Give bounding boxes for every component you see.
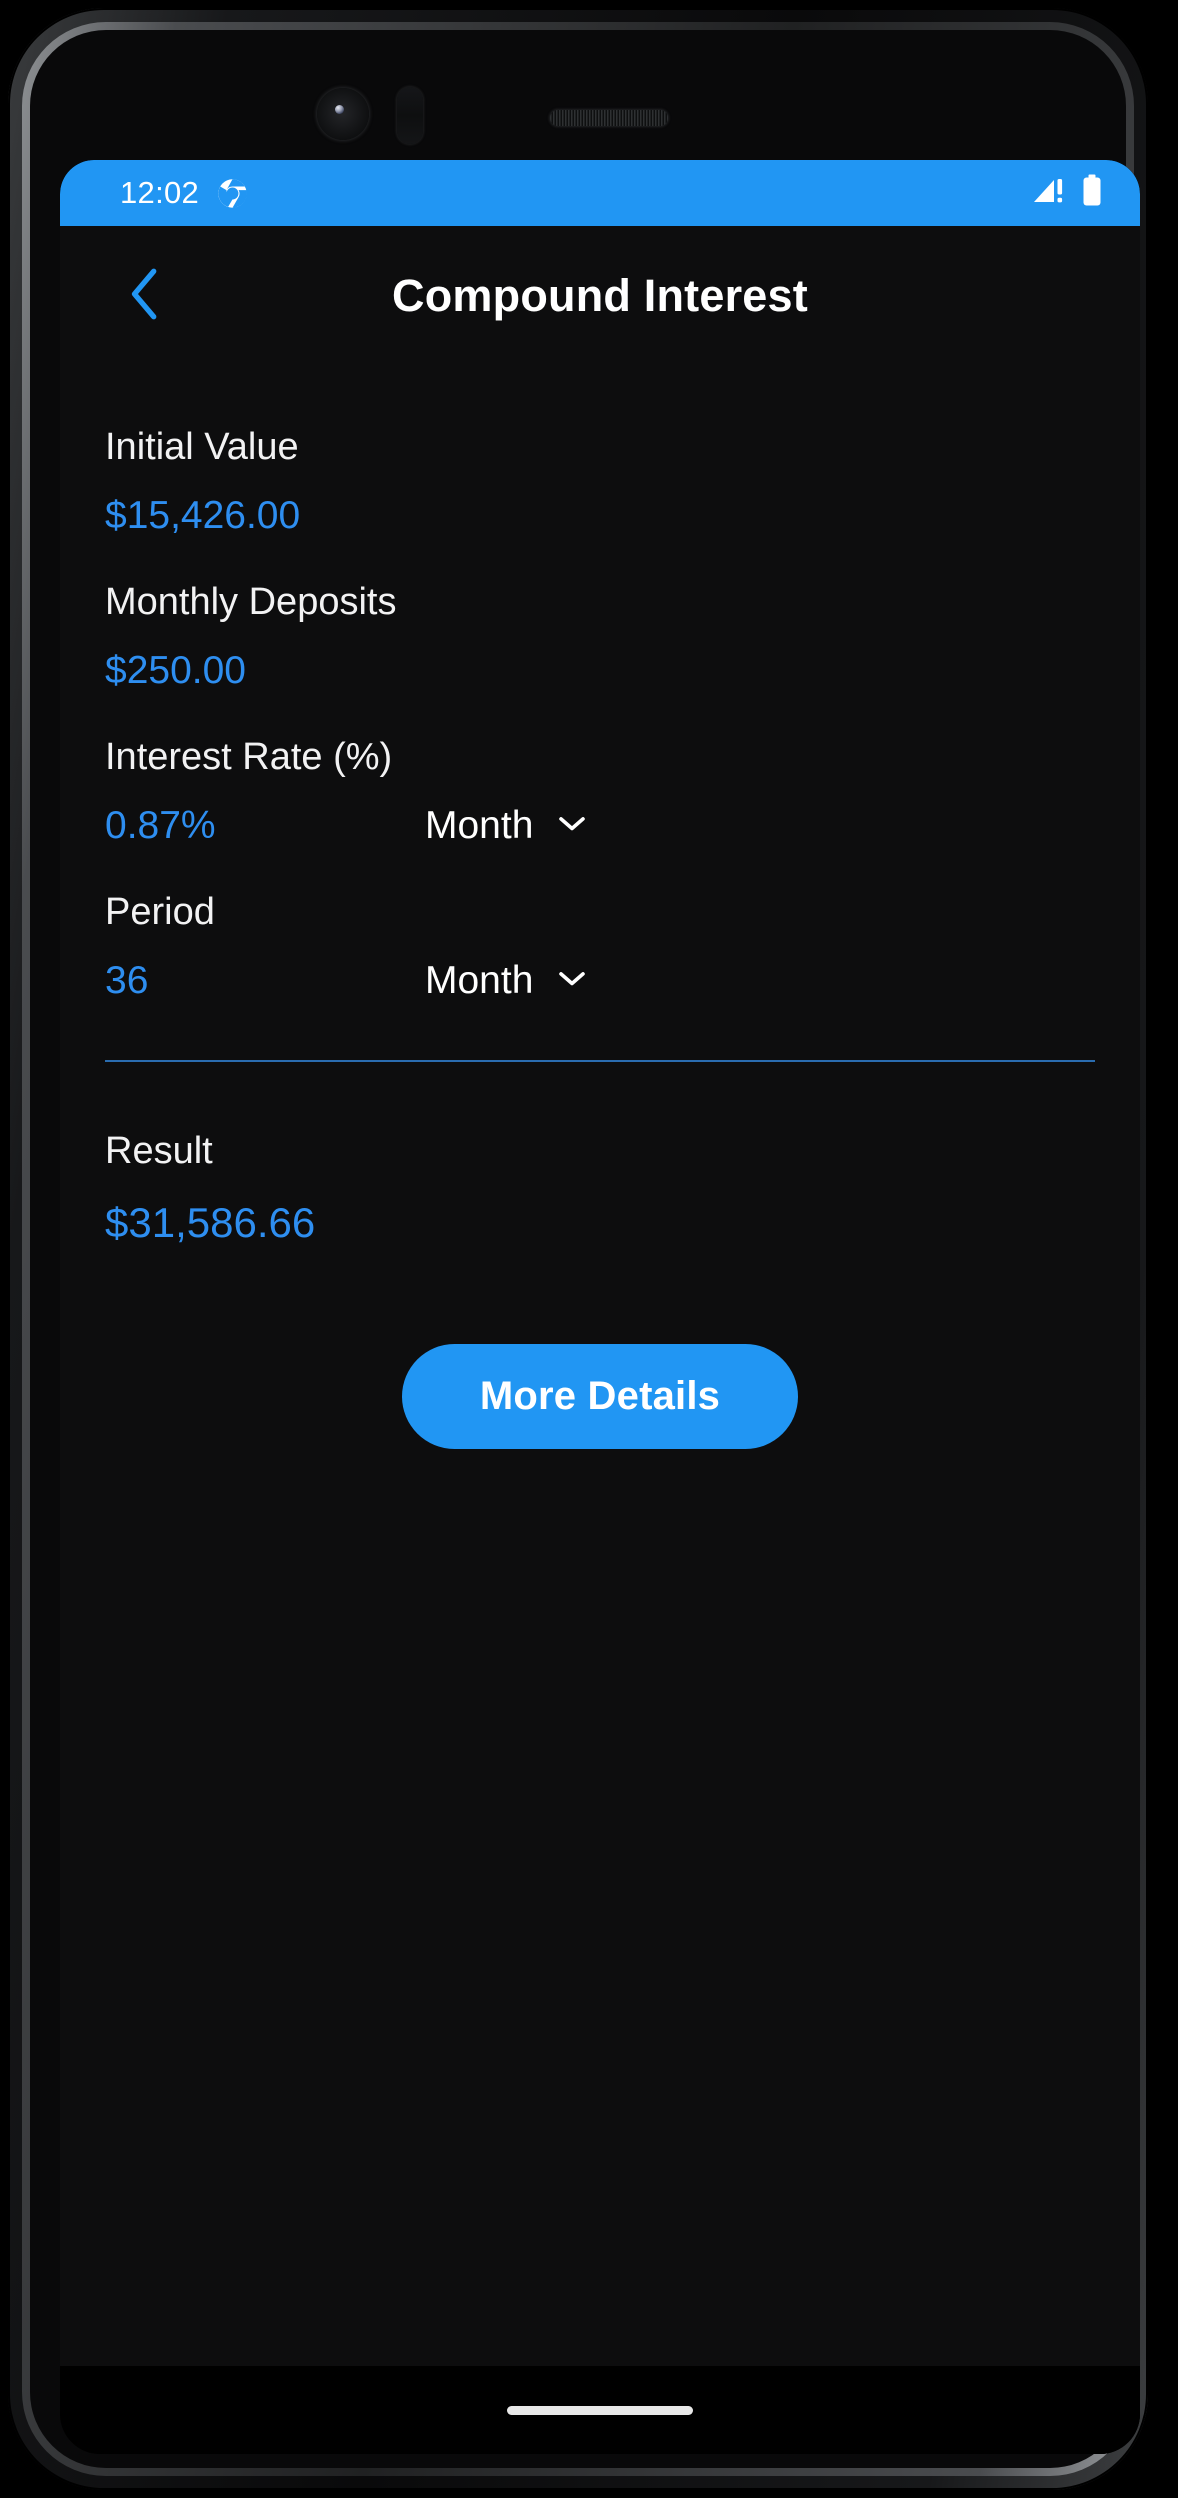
more-details-button-wrap: More Details [105,1344,1095,1449]
chevron-left-icon [124,266,166,327]
field-label: Initial Value [105,426,299,468]
app-bar: Compound Interest [60,226,1140,366]
field-period: Period 36 Month [105,893,1095,1000]
interest-rate-input[interactable]: 0.87% [105,806,405,845]
battery-full-icon [1082,174,1102,212]
initial-value-input[interactable]: $15,426.00 [105,496,405,535]
chevron-down-icon [555,967,589,994]
calculator-form: Initial Value $15,426.00 Monthly Deposit… [60,366,1140,2454]
page-title: Compound Interest [392,270,808,321]
interest-rate-unit-select[interactable]: Month [425,806,589,845]
field-monthly-deposits: Monthly Deposits $250.00 [105,583,1095,690]
section-divider [105,1060,1095,1062]
field-interest-rate: Interest Rate (%) 0.87% Month [105,738,1095,845]
front-camera-icon [317,88,369,140]
earpiece-speaker-icon [550,110,668,126]
result-value: $31,586.66 [105,1199,316,1246]
field-row: 36 Month [105,961,1095,1000]
field-row: $15,426.00 [105,496,1095,535]
monthly-deposits-input[interactable]: $250.00 [105,651,405,690]
field-spacer [105,535,1095,583]
status-bar-right [1032,174,1102,212]
system-navigation-bar [60,2366,1140,2454]
phone-frame-inner: 12:02 Compound Interest Initial Value $1… [30,30,1140,2468]
chrome-icon [217,178,248,209]
phone-frame: 12:02 Compound Interest Initial Value $1… [8,8,1148,2490]
result-label: Result [105,1130,213,1172]
unit-select-label: Month [425,804,534,847]
phone-screen: 12:02 Compound Interest Initial Value $1… [60,160,1140,2454]
field-label: Interest Rate (%) [105,736,393,778]
more-details-button[interactable]: More Details [401,1344,799,1449]
field-initial-value: Initial Value $15,426.00 [105,428,1095,535]
back-button[interactable] [108,259,182,333]
unit-select-label: Month [425,959,534,1002]
status-bar: 12:02 [60,160,1140,226]
proximity-sensor-icon [397,87,423,144]
chevron-down-icon [555,812,589,839]
status-bar-clock: 12:02 [120,175,200,210]
field-label: Period [105,891,215,933]
period-input[interactable]: 36 [105,961,405,1000]
field-label: Monthly Deposits [105,581,397,623]
field-spacer [105,845,1095,893]
home-indicator[interactable] [507,2405,693,2415]
period-unit-select[interactable]: Month [425,961,589,1000]
top-spacer [105,366,1095,428]
field-row: $250.00 [105,651,1095,690]
field-spacer [105,690,1095,738]
status-bar-left: 12:02 [120,175,248,211]
top-bezel [30,30,1126,148]
field-row: 0.87% Month [105,806,1095,845]
result-section: Result $31,586.66 [105,1132,1095,1244]
cellular-signal-no-service-icon [1032,175,1066,212]
